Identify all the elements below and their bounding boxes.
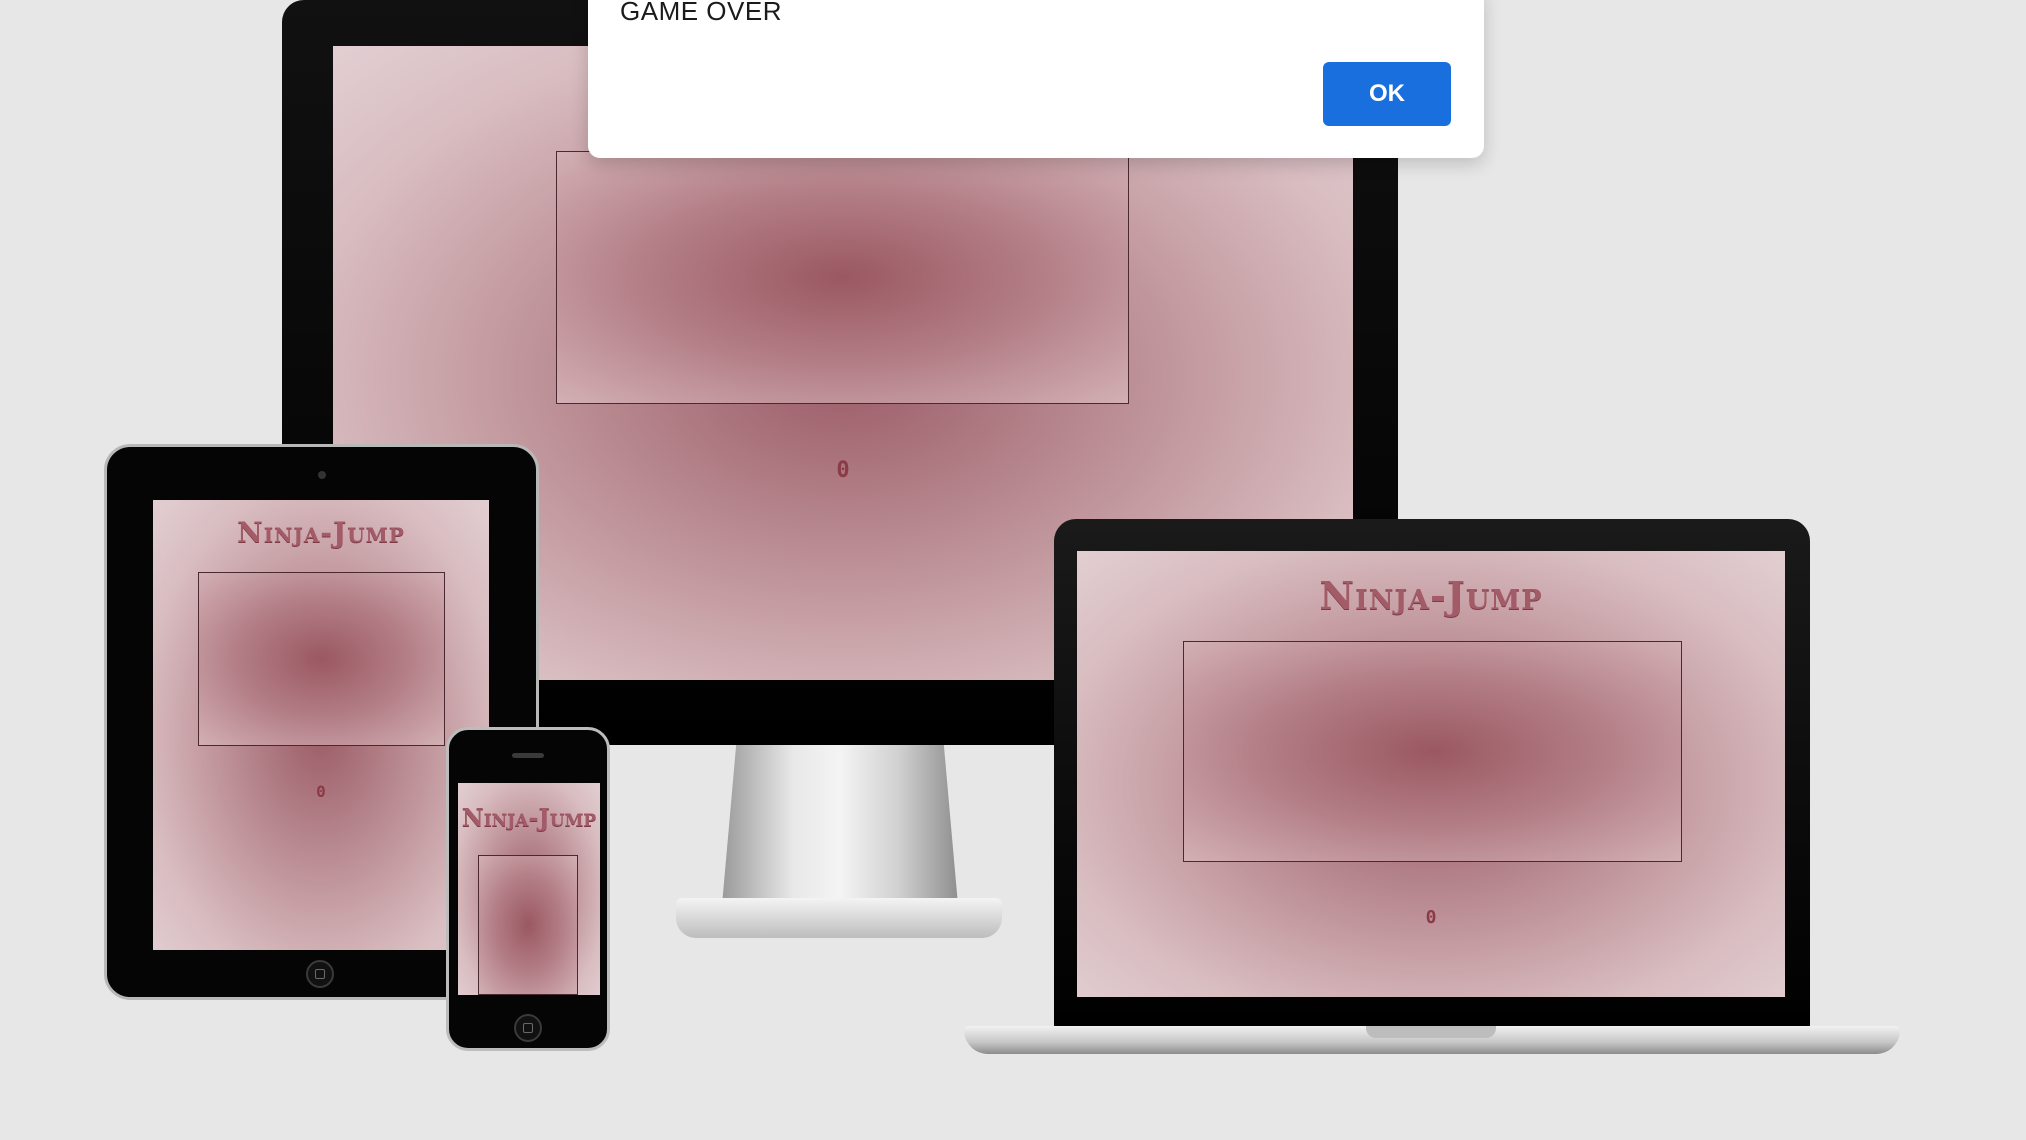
- laptop-screen: Ninja-Jump 0: [1077, 551, 1785, 997]
- tablet-screen: Ninja-Jump 0: [153, 500, 489, 950]
- phone-game-title: Ninja-Jump: [461, 803, 597, 832]
- laptop-game-area: [1183, 641, 1682, 862]
- laptop-notch: [1366, 1026, 1496, 1038]
- phone-speaker: [512, 753, 544, 758]
- phone-home-button[interactable]: [514, 1014, 542, 1042]
- tablet-camera: [318, 471, 326, 479]
- laptop-game-title: Ninja-Jump: [1319, 573, 1543, 618]
- phone-game-area: [478, 855, 578, 995]
- tablet-score: 0: [316, 782, 326, 801]
- monitor-stand-base: [676, 898, 1002, 938]
- monitor-stand: [722, 745, 958, 905]
- phone-screen: Ninja-Jump: [458, 783, 600, 995]
- tablet-game-area: [198, 572, 445, 746]
- tablet-home-button[interactable]: [306, 960, 334, 988]
- alert-message: GAME OVER: [620, 0, 782, 26]
- alert-dialog: GAME OVER OK: [588, 0, 1484, 158]
- tablet-game-title: Ninja-Jump: [237, 516, 405, 549]
- laptop-score: 0: [1425, 907, 1437, 928]
- desktop-game-area: [556, 151, 1129, 404]
- ok-button[interactable]: OK: [1323, 62, 1451, 126]
